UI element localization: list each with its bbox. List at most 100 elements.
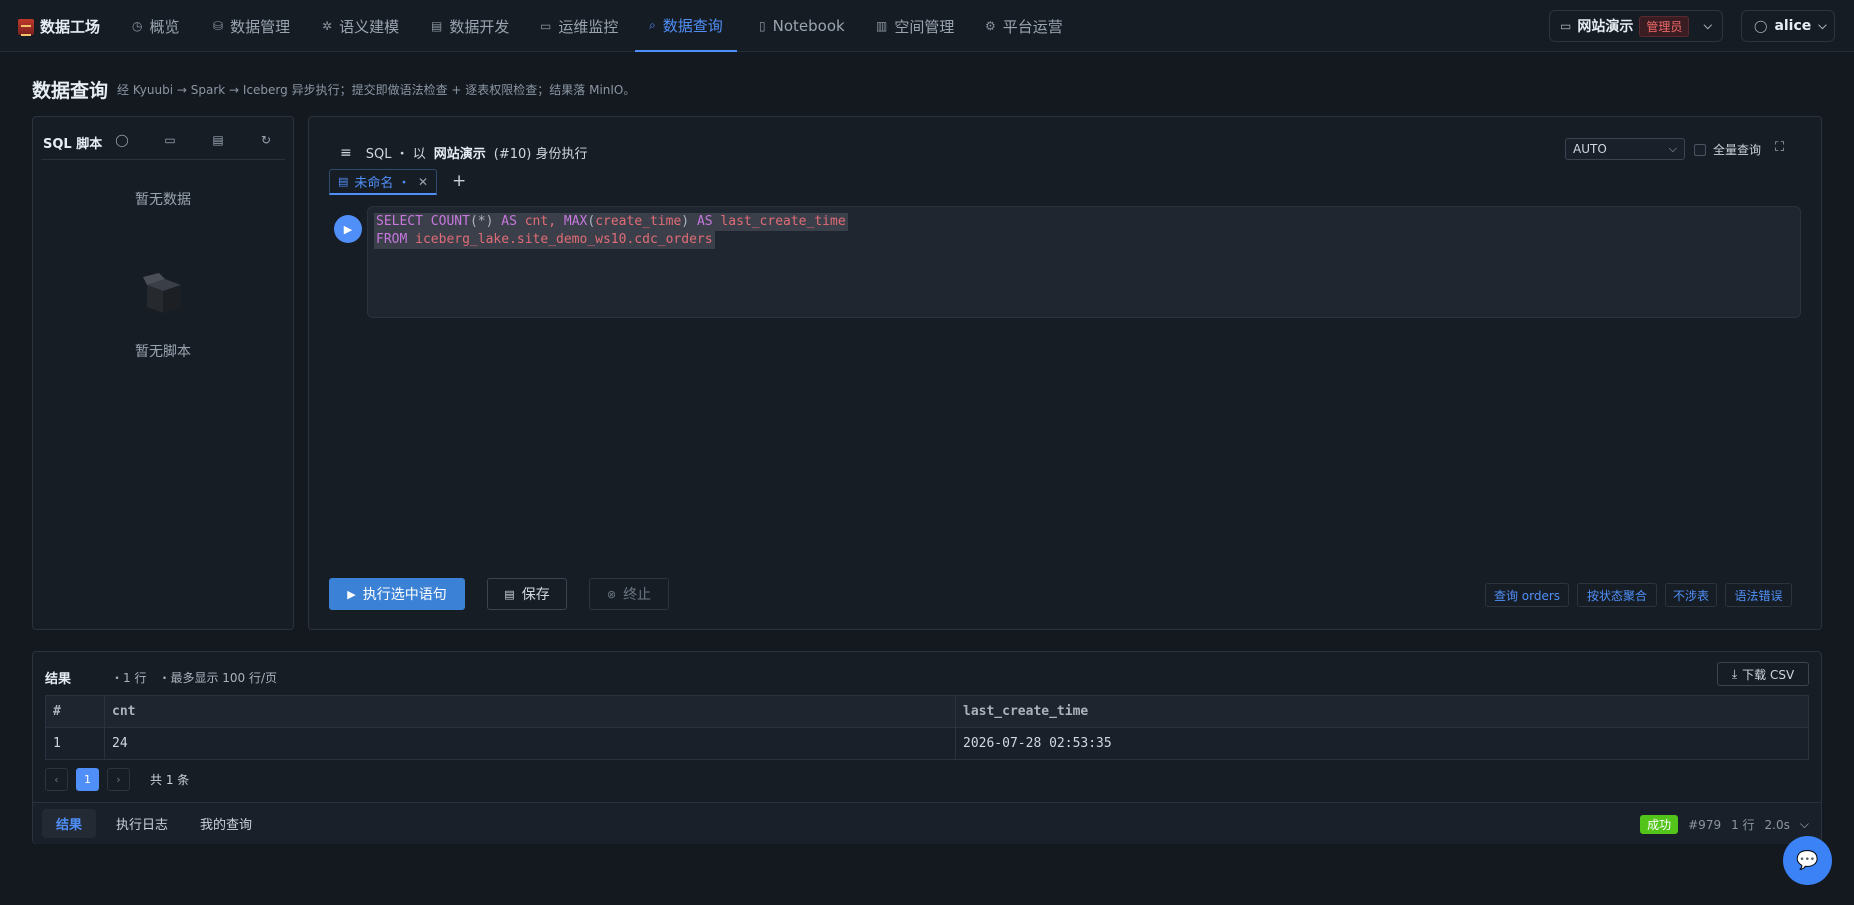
sql-code-editor[interactable]: SELECT COUNT(*) AS cnt, MAX(create_time)… (367, 206, 1801, 318)
nav-label: 语义建模 (339, 17, 400, 36)
table-cell: 1 (45, 727, 105, 760)
user-menu[interactable]: ◯ alice ⌵ (1741, 10, 1835, 42)
chevron-down-icon: ⌵ (1668, 142, 1677, 155)
brand-name: 数据工场 (40, 18, 101, 36)
close-icon[interactable]: ✕ (418, 175, 428, 189)
table-cell: 24 (104, 727, 956, 760)
save-button[interactable]: ▤ 保存 (487, 578, 567, 610)
full-query-toggle[interactable]: 全量查询 (1694, 141, 1761, 158)
play-circle-icon: ▶ (347, 587, 356, 601)
nav-item-data-query[interactable]: ⌕ 数据查询 (635, 0, 737, 52)
nav-label: 平台运营 (1002, 17, 1063, 36)
nav-item-overview[interactable]: ◷ 概览 (132, 0, 180, 52)
sql-scripts-panel: SQL 脚本 ◯ ▭ ▤ ↻ 暂无数据 暂无脚本 (32, 116, 294, 630)
folder-icon[interactable]: ▭ (161, 131, 179, 149)
editor-header: ≡ SQL ・ 以 网站演示 (#10) 身份执行 (340, 143, 587, 163)
results-meta: ・1 行 ・最多显示 100 行/页 (83, 669, 277, 686)
workspace-name: 网站演示 (1577, 19, 1634, 35)
workspace-switcher[interactable]: ▭ 网站演示 管理员 ⌵ (1549, 10, 1723, 42)
example-query-orders[interactable]: 查询 orders (1485, 583, 1569, 607)
total-count: 共 1 条 (150, 773, 190, 787)
nav-item-ops-monitoring[interactable]: ▭ 运维监控 (540, 0, 618, 52)
nav-label: 数据管理 (230, 17, 291, 36)
tab-untitled[interactable]: ▤ 未命名 ・ ✕ (329, 169, 437, 195)
nav-item-space-management[interactable]: ▥ 空间管理 (876, 0, 954, 52)
role-badge: 管理员 (1639, 15, 1690, 37)
monitor-icon: ▭ (540, 19, 552, 33)
page-number[interactable]: 1 (76, 768, 99, 791)
empty-scripts-text: 暂无脚本 (135, 344, 191, 360)
new-file-icon[interactable]: ▤ (209, 131, 227, 149)
nav-item-notebook[interactable]: ▯ Notebook (759, 0, 845, 52)
building-icon: ▥ (876, 19, 888, 33)
chevron-down-icon[interactable]: ⌵ (1800, 817, 1809, 832)
search-icon: ⌕ (649, 17, 656, 32)
clock-icon: ◷ (132, 19, 143, 33)
nav-item-data-development[interactable]: ▤ 数据开发 (431, 0, 509, 52)
engine-select[interactable]: AUTO ⌵ (1565, 138, 1685, 160)
database-icon: ⛁ (213, 19, 224, 33)
next-page-icon[interactable]: › (107, 768, 130, 791)
run-selected-button[interactable]: ▶ 执行选中语句 (329, 578, 465, 610)
page-subtitle: 经 Kyuubi → Spark → Iceberg 异步执行；提交即做语法检查… (117, 83, 636, 97)
example-syntax-error[interactable]: 语法错误 (1725, 583, 1792, 607)
example-group-by-status[interactable]: 按状态聚合 (1577, 583, 1657, 607)
fullscreen-icon[interactable]: ⛶ (1775, 140, 1789, 155)
results-title: 结果 (45, 672, 72, 687)
sql-editor-panel: ≡ SQL ・ 以 网站演示 (#10) 身份执行 AUTO ⌵ 全量查询 ⛶ … (308, 116, 1822, 630)
tab-results[interactable]: 结果 (42, 809, 96, 838)
results-page-limit: ・最多显示 100 行/页 (158, 671, 278, 685)
sparkle-icon: ✲ (322, 19, 333, 33)
brand[interactable]: 数据工场 (18, 16, 100, 37)
nav-item-platform-ops[interactable]: ⚙ 平台运营 (985, 0, 1063, 52)
divider (41, 159, 285, 160)
nav-item-semantic-modeling[interactable]: ✲ 语义建模 (322, 0, 399, 52)
results-table: # cnt last_create_time 1 24 2026-07-28 0… (45, 695, 1809, 760)
menu-icon[interactable]: ≡ (340, 145, 352, 161)
refresh-icon[interactable]: ↻ (257, 131, 275, 149)
nav-label: 数据开发 (449, 17, 510, 36)
user-icon: ◯ (1754, 19, 1768, 33)
empty-box-icon (143, 273, 181, 313)
table-row[interactable]: 1 24 2026-07-28 02:53:35 (45, 727, 1809, 760)
page-title: 数据查询 (32, 80, 109, 102)
stop-button[interactable]: ⊗ 终止 (589, 578, 669, 610)
notebook-icon: ▯ (759, 19, 766, 33)
tab-execution-log[interactable]: 执行日志 (104, 809, 180, 838)
prev-page-icon[interactable]: ‹ (45, 768, 68, 791)
engine-value: AUTO (1573, 142, 1607, 156)
pagination: ‹ 1 › 共 1 条 (45, 768, 189, 791)
run-statement-icon[interactable]: ▶ (334, 215, 362, 243)
results-footer: 结果 执行日志 我的查询 成功 #979 1 行 2.0s ⌵ (33, 802, 1821, 844)
query-status: 成功 #979 1 行 2.0s ⌵ (1640, 815, 1809, 834)
full-query-checkbox[interactable] (1694, 143, 1706, 156)
scripts-panel-title: SQL 脚本 (43, 137, 103, 152)
tab-my-queries[interactable]: 我的查询 (188, 809, 264, 838)
chat-bubble-icon[interactable]: 💬 (1783, 836, 1832, 885)
gear-icon: ⚙ (985, 19, 996, 33)
table-cell: 2026-07-28 02:53:35 (955, 727, 1809, 760)
add-tab-button[interactable]: + (452, 171, 466, 191)
query-id: #979 (1688, 817, 1722, 832)
nav-label: 概览 (149, 17, 180, 36)
download-csv-button[interactable]: ⤓ 下载 CSV (1717, 662, 1809, 686)
empty-data-text: 暂无数据 (135, 192, 191, 208)
execution-prefix: SQL ・ 以 (365, 147, 426, 162)
factory-logo-icon (18, 18, 34, 36)
stop-label: 终止 (623, 587, 652, 603)
save-file-icon: ▤ (504, 587, 515, 601)
chevron-down-icon: ⌵ (1818, 19, 1827, 32)
save-label: 保存 (521, 587, 550, 603)
nav-label: Notebook (772, 17, 845, 35)
code-file-icon: ▤ (431, 19, 443, 33)
full-query-label: 全量查询 (1713, 143, 1762, 157)
nav-label: 运维监控 (558, 17, 619, 36)
user-icon[interactable]: ◯ (113, 131, 131, 149)
status-badge: 成功 (1640, 815, 1679, 834)
nav-item-data-management[interactable]: ⛁ 数据管理 (213, 0, 290, 52)
download-label: 下载 CSV (1742, 667, 1795, 682)
code-line: SELECT COUNT(*) AS cnt, MAX(create_time)… (374, 213, 848, 231)
results-panel: 结果 ・1 行 ・最多显示 100 行/页 ⤓ 下载 CSV # cnt las… (32, 651, 1822, 844)
file-icon: ▤ (338, 175, 349, 188)
example-no-table[interactable]: 不涉表 (1665, 583, 1717, 607)
